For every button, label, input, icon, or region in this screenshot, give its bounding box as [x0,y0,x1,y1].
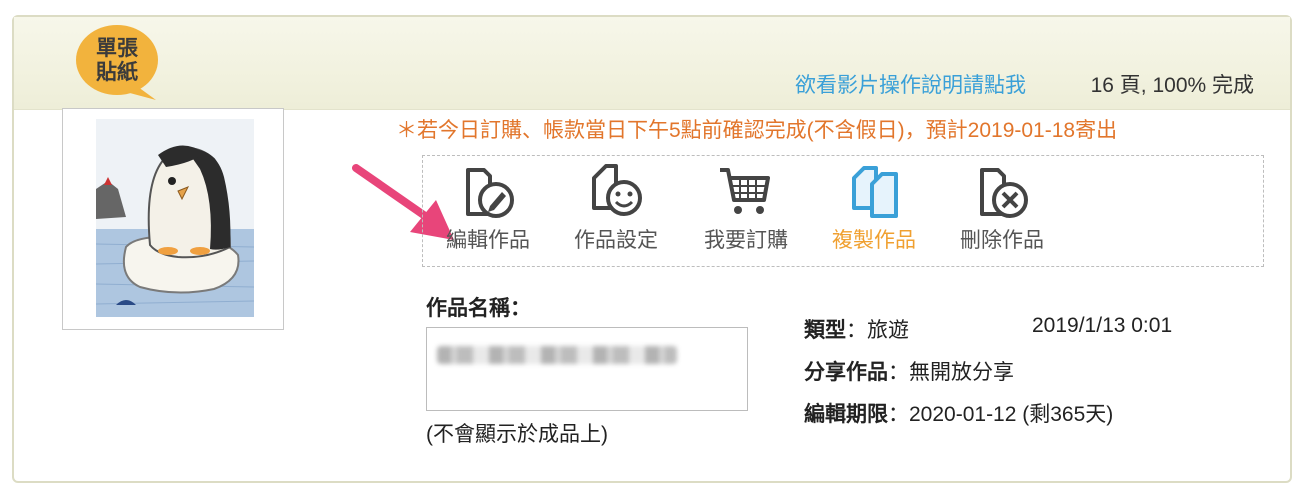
shopping-cart-icon [720,168,770,214]
work-name-label: 作品名稱： [426,297,531,320]
work-settings-label: 作品設定 [574,229,658,252]
work-name-note: (不會顯示於成品上) [426,423,608,446]
deadline-label: 編輯期限 [804,403,888,426]
work-toolbar: 編輯作品 作品設定 我要訂購 複製作品 刪除作品 [422,155,1264,267]
share-value: 無開放分享 [909,361,1014,384]
edit-work-label: 編輯作品 [446,229,530,252]
deadline-colon: ： [888,403,909,426]
deadline-value: 2020-01-12 (剩365天) [909,403,1114,426]
edit-work-button[interactable]: 編輯作品 [433,164,543,254]
order-label: 我要訂購 [704,229,788,252]
share-colon: ： [888,361,909,384]
work-settings-button[interactable]: 作品設定 [561,164,671,254]
penguin-illustration [96,119,254,317]
share-label: 分享作品 [804,361,888,384]
order-button[interactable]: 我要訂購 [691,164,801,254]
card-header: 單張 貼紙 欲看影片操作說明請點我 16 頁, 100% 完成 [14,17,1290,110]
video-tutorial-link[interactable]: 欲看影片操作說明請點我 [795,69,1026,99]
copy-work-button[interactable]: 複製作品 [819,164,929,254]
blurred-name-text [437,346,677,364]
edit-document-icon [466,168,514,218]
page-progress: 16 頁, 100% 完成 [1090,74,1254,97]
work-name-field[interactable] [426,327,748,411]
delete-document-icon [980,168,1028,218]
copy-documents-icon [852,166,898,218]
type-value: 旅遊 [867,319,909,342]
shipping-notice: ＊若今日訂購、帳款當日下午5點前確認完成(不含假日)，預計2019-01-18寄… [396,119,1118,142]
work-deadline-info: 編輯期限：2020-01-12 (剩365天) [804,398,1113,428]
work-share-info: 分享作品：無開放分享 [804,356,1014,386]
work-thumbnail[interactable] [62,108,284,330]
settings-smiley-icon [592,164,642,216]
delete-work-label: 刪除作品 [960,229,1044,252]
work-type-info: 類型：旅遊 [804,314,909,344]
copy-work-label: 複製作品 [832,229,916,252]
delete-work-button[interactable]: 刪除作品 [947,164,1057,254]
type-colon: ： [846,319,867,342]
product-type-badge: 單張 貼紙 [96,37,138,84]
work-created-datetime: 2019/1/13 0:01 [1032,314,1173,337]
type-label: 類型 [804,319,846,342]
